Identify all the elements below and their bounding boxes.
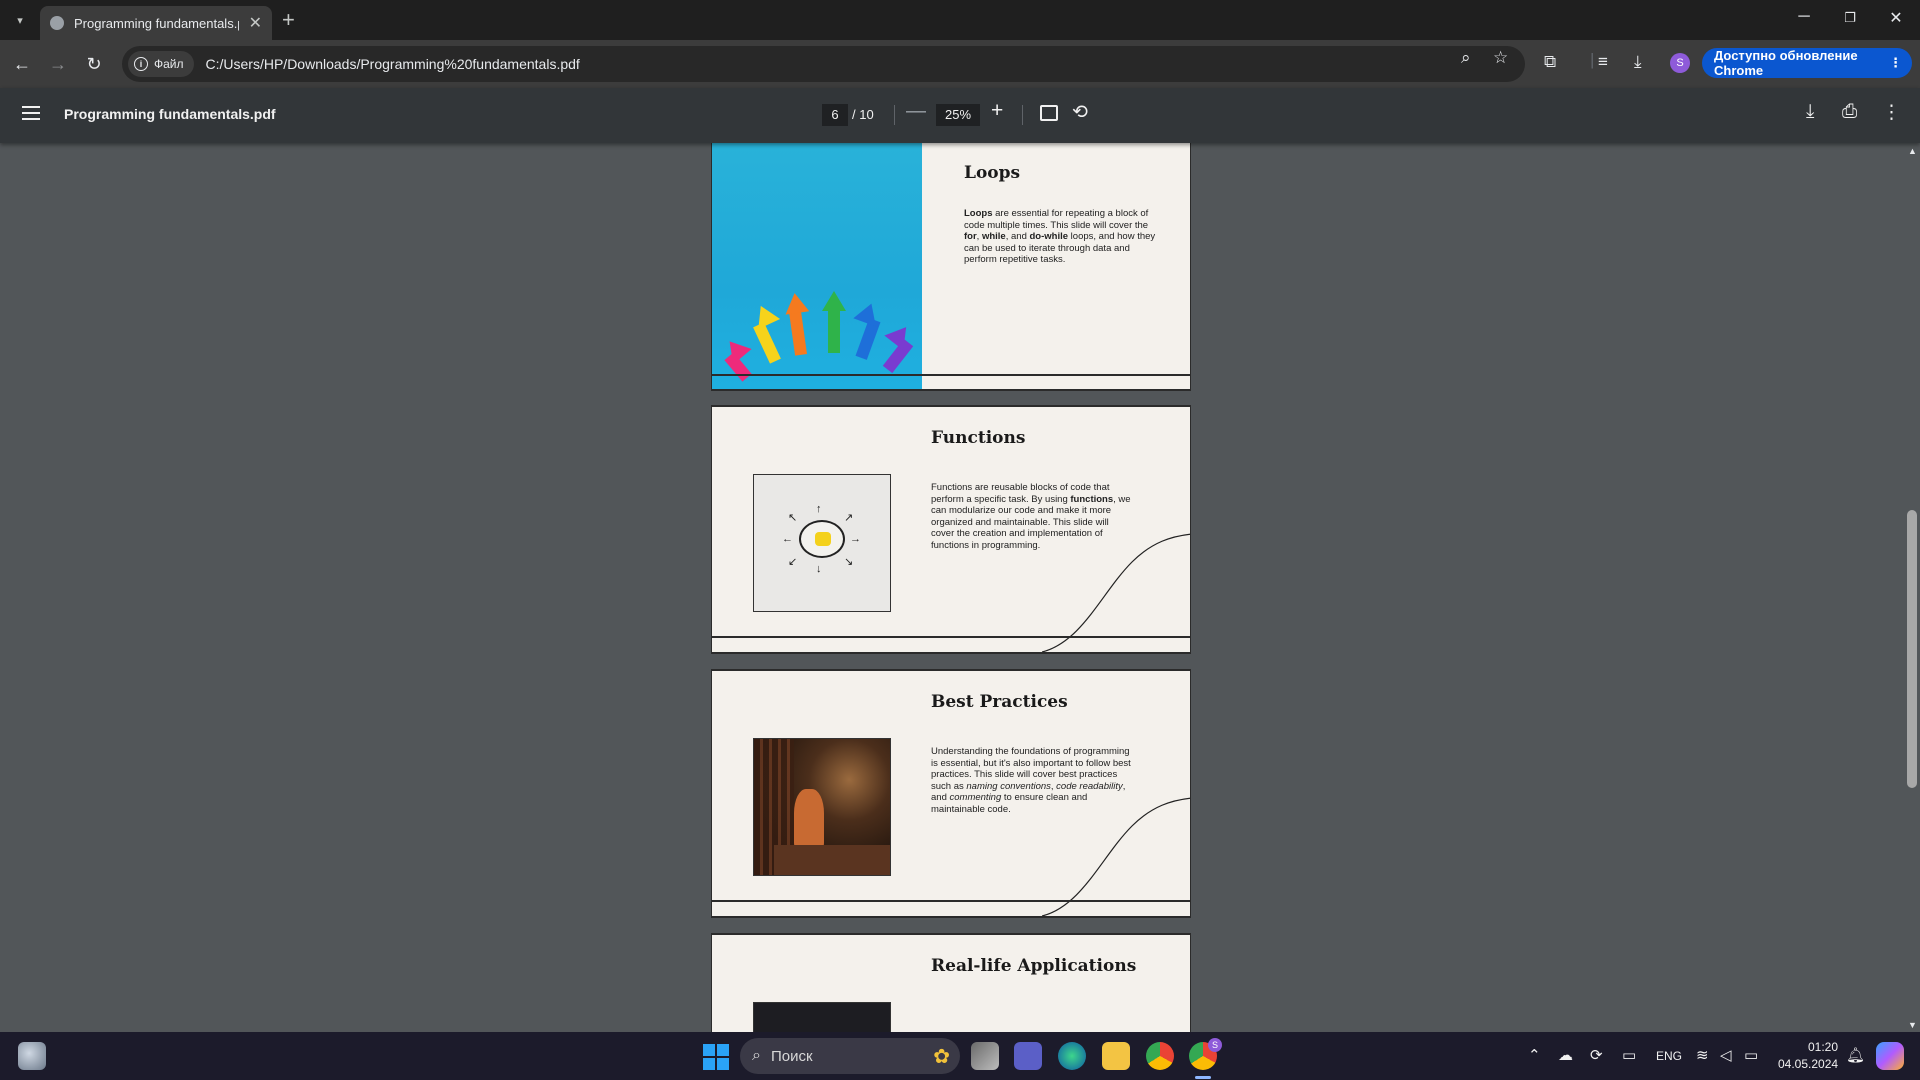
lightbulb-illustration: ↑ ↓ ← → ↖ ↗ ↙ ↘ <box>753 474 891 612</box>
print-icon[interactable]: ⎙ <box>1842 101 1857 123</box>
slide-page-best-practices: Best Practices Understanding the foundat… <box>711 671 1191 916</box>
info-icon: i <box>134 57 148 71</box>
notification-bell-icon[interactable]: 🔔︎ <box>1846 1046 1865 1064</box>
slide-rule <box>712 374 1190 376</box>
toolbar-separator <box>1022 105 1023 125</box>
globe-icon <box>50 16 64 30</box>
page-divider <box>711 652 1191 654</box>
battery-icon[interactable]: ▭ <box>1744 1046 1758 1064</box>
tray-overflow-chevron-icon[interactable]: ⌃ <box>1528 1046 1541 1064</box>
page-divider <box>711 916 1191 918</box>
active-app-indicator <box>1195 1076 1211 1079</box>
slide-title: Real-life Applications <box>931 956 1137 976</box>
bookmark-star-icon[interactable]: ☆ <box>1493 48 1508 68</box>
edge-icon[interactable] <box>1058 1042 1086 1070</box>
slide-rule <box>712 900 1190 902</box>
scroll-up-icon[interactable]: ▲ <box>1908 146 1917 156</box>
zoom-in-icon[interactable]: + <box>991 99 1003 123</box>
reload-icon[interactable]: ↻ <box>82 52 106 76</box>
kebab-menu-icon: ⋮ <box>1889 55 1902 70</box>
decorative-curve <box>1042 533 1190 652</box>
download-icon[interactable]: ⤓ <box>1806 101 1814 123</box>
search-placeholder: Поиск <box>770 1047 813 1065</box>
onedrive-cloud-icon[interactable]: ☁ <box>1558 1046 1573 1064</box>
scrollbar-thumb[interactable] <box>1907 510 1917 788</box>
page-total: / 10 <box>852 107 874 122</box>
decorative-curve <box>1042 797 1190 916</box>
teams-icon[interactable] <box>1014 1042 1042 1070</box>
slide-body: Loops are essential for repeating a bloc… <box>964 208 1156 265</box>
start-windows-icon[interactable] <box>703 1044 729 1070</box>
pdf-filename: Programming fundamentals.pdf <box>64 106 276 122</box>
slide-title: Functions <box>931 428 1026 448</box>
zoom-level-input[interactable]: 25% <box>936 104 980 126</box>
clock-time[interactable]: 01:20 <box>1808 1040 1838 1054</box>
display-icon[interactable]: ▭ <box>1622 1046 1636 1064</box>
slide-rule <box>712 636 1190 638</box>
slide-title: Best Practices <box>931 692 1068 712</box>
page-number-input[interactable]: 6 <box>822 104 848 126</box>
slide-title: Loops <box>964 163 1021 183</box>
tab-close-icon[interactable]: ✕ <box>249 13 262 33</box>
task-view-icon[interactable] <box>971 1042 999 1070</box>
fit-page-icon[interactable] <box>1040 105 1058 121</box>
site-info-label: Файл <box>154 57 184 71</box>
chrome-icon[interactable] <box>1146 1042 1174 1070</box>
slide-image <box>753 1002 891 1032</box>
zoom-out-icon[interactable]: — <box>906 100 926 123</box>
taskbar-search[interactable]: ⌕ Поиск ✿ <box>740 1038 960 1074</box>
colored-arrows-image <box>712 143 922 390</box>
search-highlight-icon: ✿ <box>933 1045 950 1068</box>
extensions-puzzle-icon[interactable]: ⧉ <box>1544 52 1556 72</box>
toolbar-separator <box>894 105 895 125</box>
zoom-magnifier-icon[interactable]: ⌕ <box>1461 48 1471 68</box>
language-indicator[interactable]: ENG <box>1656 1049 1682 1063</box>
file-explorer-icon[interactable] <box>1102 1042 1130 1070</box>
page-divider <box>711 389 1191 391</box>
search-icon: ⌕ <box>752 1047 761 1064</box>
windows-taskbar: ⌕ Поиск ✿ S ⌃ ☁ ⟳ ▭ ENG ≋ ◁ ▭ 01:20 04.0… <box>0 1032 1920 1080</box>
pdf-toolbar: Programming fundamentals.pdf 6 / 10 — 25… <box>0 88 1920 143</box>
lightbulb-icon <box>799 520 845 558</box>
site-info-chip[interactable]: i Файл <box>128 51 194 77</box>
more-options-icon[interactable]: ⋮ <box>1882 101 1901 124</box>
pdf-viewer[interactable]: Loops Loops are essential for repeating … <box>0 143 1920 1032</box>
sync-icon[interactable]: ⟳ <box>1590 1046 1603 1064</box>
clock-date[interactable]: 04.05.2024 <box>1778 1057 1838 1071</box>
slide-page-real-life: Real-life Applications <box>711 935 1191 1032</box>
toolbar-divider: | <box>1590 50 1595 69</box>
address-bar[interactable]: i Файл C:/Users/HP/Downloads/Programming… <box>122 46 1525 82</box>
back-arrow-icon[interactable]: ← <box>10 52 34 76</box>
library-robot-photo <box>753 738 891 876</box>
minimize-icon[interactable]: ─ <box>1794 8 1814 26</box>
new-tab-button[interactable]: + <box>282 8 295 32</box>
chrome-update-button[interactable]: Доступно обновление Chrome ⋮ <box>1702 48 1912 78</box>
close-window-icon[interactable]: ✕ <box>1886 8 1906 28</box>
copilot-icon[interactable] <box>1876 1042 1904 1070</box>
rotate-icon[interactable]: ⟲ <box>1072 101 1088 124</box>
browser-toolbar: ← → ↻ i Файл C:/Users/HP/Downloads/Progr… <box>0 40 1920 88</box>
chrome-profile-badge: S <box>1208 1038 1222 1052</box>
volume-icon[interactable]: ◁ <box>1720 1046 1732 1064</box>
downloads-icon[interactable]: ⤓ <box>1634 52 1642 72</box>
weather-widget-icon[interactable] <box>18 1042 46 1070</box>
profile-avatar[interactable]: S <box>1670 53 1690 73</box>
tab-title: Programming fundamentals.p <box>74 15 239 31</box>
forward-arrow-icon[interactable]: → <box>46 52 70 76</box>
url-text[interactable]: C:/Users/HP/Downloads/Programming%20fund… <box>206 56 580 72</box>
sidebar-menu-icon[interactable] <box>22 106 40 120</box>
reading-list-icon[interactable]: ≡ <box>1598 52 1608 72</box>
restore-icon[interactable]: ❐ <box>1840 10 1860 26</box>
browser-titlebar: ▾ Programming fundamentals.p ✕ + ─ ❐ ✕ <box>0 0 1920 40</box>
slide-page-functions: Functions ↑ ↓ ← → ↖ ↗ ↙ ↘ Functions are … <box>711 407 1191 652</box>
tab-search-chevron-icon[interactable]: ▾ <box>8 8 32 32</box>
update-label: Доступно обновление Chrome <box>1714 48 1858 78</box>
browser-tab[interactable]: Programming fundamentals.p ✕ <box>40 6 272 40</box>
scroll-down-icon[interactable]: ▼ <box>1908 1020 1917 1030</box>
slide-page-loops: Loops Loops are essential for repeating … <box>711 143 1191 390</box>
wifi-icon[interactable]: ≋ <box>1696 1046 1709 1064</box>
